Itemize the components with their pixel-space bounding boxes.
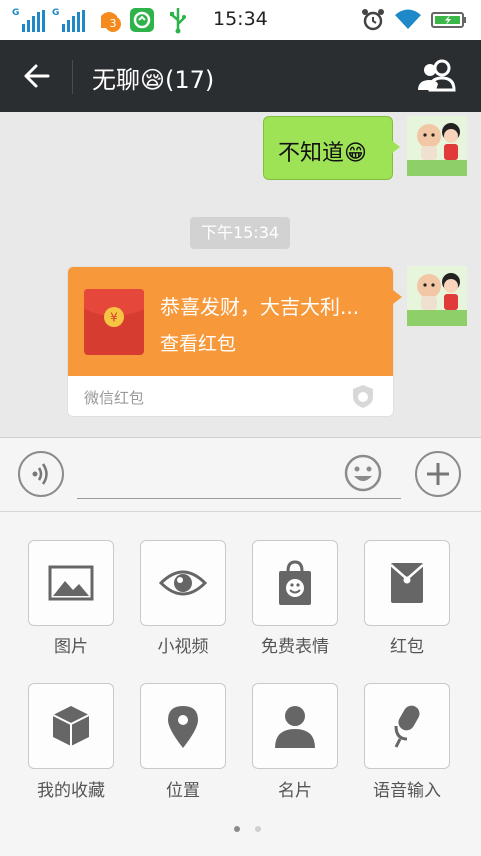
sticker-bag-icon [279, 560, 311, 605]
smiley-icon [344, 454, 382, 492]
group-members-icon [418, 59, 456, 92]
alarm-icon [361, 8, 385, 32]
red-packet-footer-label: 微信红包 [84, 389, 145, 407]
panel-item-image[interactable] [28, 540, 114, 626]
panel-item-label: 红包 [390, 637, 424, 657]
voice-mode-button[interactable] [18, 451, 64, 497]
panel-item-label: 名片 [278, 781, 312, 801]
panel-item-label: 语音输入 [373, 781, 441, 801]
more-options-button[interactable] [415, 451, 461, 497]
plus-icon [427, 463, 449, 485]
panel-item-free-stickers[interactable] [252, 540, 338, 626]
panel-item-label: 图片 [54, 637, 88, 657]
eye-icon [159, 570, 207, 596]
sim2-label: G [52, 8, 60, 18]
voice-wave-icon [32, 463, 48, 485]
cube-icon [52, 706, 90, 746]
bubble-tail [391, 140, 400, 154]
red-packet-icon [390, 563, 424, 603]
person-icon [275, 706, 315, 748]
more-options-panel: 图片 小视频 免费表情 红包 我的收藏 位置 名片 语音输入 [0, 512, 481, 856]
panel-item-red-packet[interactable] [364, 540, 450, 626]
back-button[interactable] [14, 56, 58, 96]
wifi-icon [394, 7, 422, 31]
svg-text:¥: ¥ [110, 311, 118, 325]
panel-item-label: 我的收藏 [37, 781, 105, 801]
status-clock: 15:34 [213, 8, 268, 30]
panel-item-label: 小视频 [157, 637, 209, 657]
battery-icon [431, 12, 467, 28]
panel-item-location[interactable] [140, 683, 226, 769]
cartoon-avatar-icon [407, 266, 467, 326]
back-arrow-icon [24, 64, 50, 88]
usb-icon [168, 6, 188, 34]
header-divider [72, 60, 73, 94]
sent-message-bubble[interactable]: 不知道😁 [263, 116, 393, 180]
notification-count-badge: 3 [105, 16, 121, 32]
signal-sim1-icon: G [12, 8, 46, 32]
user-avatar[interactable] [407, 266, 467, 326]
emoji-button[interactable] [344, 454, 382, 492]
location-pin-icon [168, 706, 198, 748]
message-timestamp: 下午15:34 [190, 217, 290, 249]
input-bar [0, 437, 481, 512]
red-packet-open-label: 查看红包 [160, 333, 237, 355]
red-packet-message[interactable]: ¥ 恭喜发财，大吉大利... 查看红包 微信红包 [67, 266, 394, 417]
microphone-icon [394, 705, 420, 748]
signal-sim2-icon: G [52, 8, 86, 32]
user-avatar[interactable] [407, 116, 467, 176]
image-icon [48, 565, 94, 601]
panel-item-favorites[interactable] [28, 683, 114, 769]
red-envelope-icon: ¥ [84, 289, 144, 355]
cartoon-avatar-icon [407, 116, 467, 176]
status-bar: G G 3 15:34 [0, 0, 481, 40]
sim1-label: G [12, 8, 20, 18]
panel-item-label: 位置 [166, 781, 200, 801]
red-packet-header: ¥ 恭喜发财，大吉大利... 查看红包 [68, 267, 393, 376]
bubble-tail [393, 290, 402, 304]
page-indicator-active [234, 826, 240, 832]
wechat-shield-icon [350, 383, 376, 409]
message-text: 不知道😁 [278, 141, 367, 166]
red-packet-greeting: 恭喜发财，大吉大利... [160, 295, 360, 319]
panel-item-short-video[interactable] [140, 540, 226, 626]
group-members-button[interactable] [412, 54, 464, 98]
chat-header: 无聊😪(17) [0, 40, 481, 112]
sync-app-icon [130, 8, 154, 32]
panel-item-label: 免费表情 [261, 637, 329, 657]
chat-title: 无聊😪(17) [92, 66, 215, 94]
panel-item-contact-card[interactable] [252, 683, 338, 769]
panel-item-voice-input[interactable] [364, 683, 450, 769]
page-indicator-inactive [255, 826, 261, 832]
